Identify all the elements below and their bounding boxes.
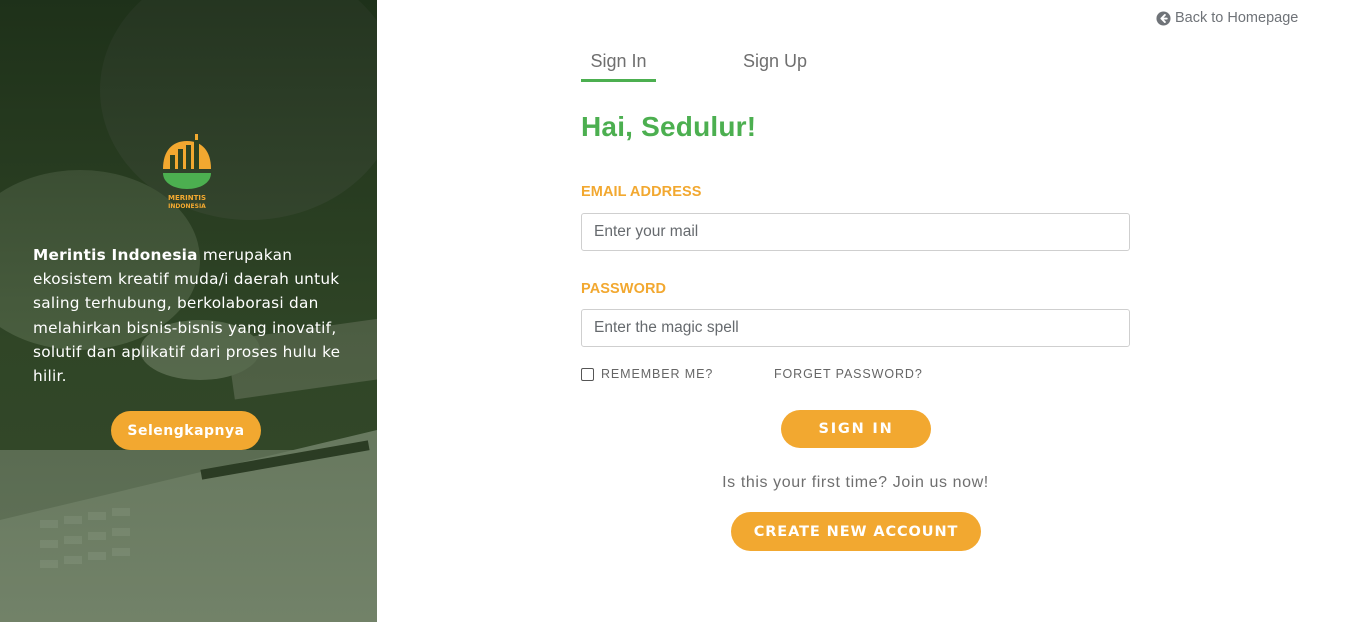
email-label: EMAIL ADDRESS <box>581 184 702 200</box>
hero-description-text: merupakan ekosistem kreatif muda/i daera… <box>33 246 341 386</box>
email-field[interactable] <box>581 213 1130 251</box>
tab-sign-in[interactable]: Sign In <box>581 48 656 82</box>
hero-panel: MERINTIS INDONESIA Merintis Indonesia me… <box>0 0 377 622</box>
remember-me-label: REMEMBER ME? <box>601 367 714 381</box>
back-to-homepage-link[interactable]: Back to Homepage <box>1156 9 1298 27</box>
selengkapnya-button[interactable]: Selengkapnya <box>111 411 261 450</box>
forget-password-link[interactable]: FORGET PASSWORD? <box>774 367 923 381</box>
auth-tabs: Sign In Sign Up <box>581 48 881 84</box>
svg-text:INDONESIA: INDONESIA <box>168 203 206 210</box>
checkbox-box[interactable] <box>581 367 594 381</box>
back-to-homepage-label: Back to Homepage <box>1175 10 1299 26</box>
svg-text:MERINTIS: MERINTIS <box>168 194 206 202</box>
greeting-heading: Hai, Sedulur! <box>581 111 757 142</box>
first-time-text: Is this your first time? Join us now! <box>722 474 989 491</box>
brand-name: Merintis Indonesia <box>33 246 198 264</box>
tab-sign-up[interactable]: Sign Up <box>735 48 815 82</box>
hero-description: Merintis Indonesia merupakan ekosistem k… <box>33 243 343 388</box>
password-field[interactable] <box>581 309 1130 347</box>
remember-me-checkbox[interactable]: REMEMBER ME? <box>581 367 713 381</box>
sign-in-button[interactable]: SIGN IN <box>781 410 931 448</box>
password-label: PASSWORD <box>581 281 667 297</box>
merintis-logo: MERINTIS INDONESIA <box>163 134 211 210</box>
create-account-button[interactable]: CREATE NEW ACCOUNT <box>731 512 981 551</box>
arrow-circle-left-icon <box>1156 10 1171 26</box>
